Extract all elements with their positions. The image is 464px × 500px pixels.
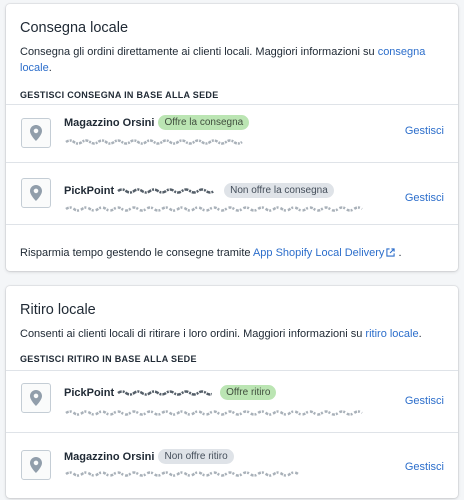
location-name: Magazzino Orsini Offre la consegna	[64, 115, 250, 130]
pickup-location-row: Magazzino Orsini Non offre ritiro Gestis…	[6, 432, 458, 498]
manage-button[interactable]: Gestisci	[405, 125, 444, 137]
delivery-location-row: Magazzino Orsini Offre la consegna Gesti…	[6, 104, 458, 162]
redacted-location-detail	[117, 187, 215, 194]
local-delivery-description: Consegna gli ordini direttamente ai clie…	[20, 46, 426, 74]
location-name: Magazzino Orsini Non offre ritiro	[64, 449, 234, 464]
location-pin-icon	[21, 118, 51, 148]
manage-button[interactable]: Gestisci	[405, 395, 444, 407]
manage-button[interactable]: Gestisci	[405, 192, 444, 204]
delivery-footer: Risparmia tempo gestendo le consegne tra…	[6, 224, 458, 271]
pickup-section-heading: GESTISCI RITIRO IN BASE ALLA SEDE	[20, 354, 197, 364]
local-pickup-description: Consenti ai clienti locali di ritirare i…	[20, 328, 422, 340]
redacted-address	[65, 410, 363, 416]
location-pin-icon	[21, 383, 51, 413]
status-badge: Non offre ritiro	[158, 449, 234, 464]
redacted-location-detail	[117, 389, 213, 396]
location-name: PickPoint Non offre la consegna	[64, 183, 334, 198]
external-link-icon	[386, 248, 396, 257]
location-pin-icon	[21, 450, 51, 480]
local-delivery-app-link[interactable]: App Shopify Local Delivery	[253, 247, 396, 259]
redacted-address	[65, 206, 363, 212]
local-pickup-card: Ritiro locale Consenti ai clienti locali…	[6, 286, 458, 498]
status-badge: Offre ritiro	[220, 385, 277, 400]
local-delivery-card: Consegna locale Consegna gli ordini dire…	[6, 4, 458, 271]
delivery-location-row: PickPoint Non offre la consegna Gestisci	[6, 162, 458, 224]
location-pin-icon	[21, 178, 51, 208]
local-pickup-title: Ritiro locale	[20, 302, 96, 318]
redacted-address	[65, 139, 243, 145]
manage-button[interactable]: Gestisci	[405, 461, 444, 473]
redacted-address	[65, 471, 299, 477]
pickup-location-row: PickPoint Offre ritiro Gestisci	[6, 370, 458, 432]
local-pickup-learn-more-link[interactable]: ritiro locale	[365, 328, 418, 340]
delivery-footer-text: Risparmia tempo gestendo le consegne tra…	[20, 247, 402, 259]
delivery-section-heading: GESTISCI CONSEGNA IN BASE ALLA SEDE	[20, 90, 219, 100]
location-name: PickPoint Offre ritiro	[64, 385, 277, 400]
status-badge: Non offre la consegna	[224, 183, 334, 198]
status-badge: Offre la consegna	[158, 115, 250, 130]
local-delivery-title: Consegna locale	[20, 20, 129, 36]
